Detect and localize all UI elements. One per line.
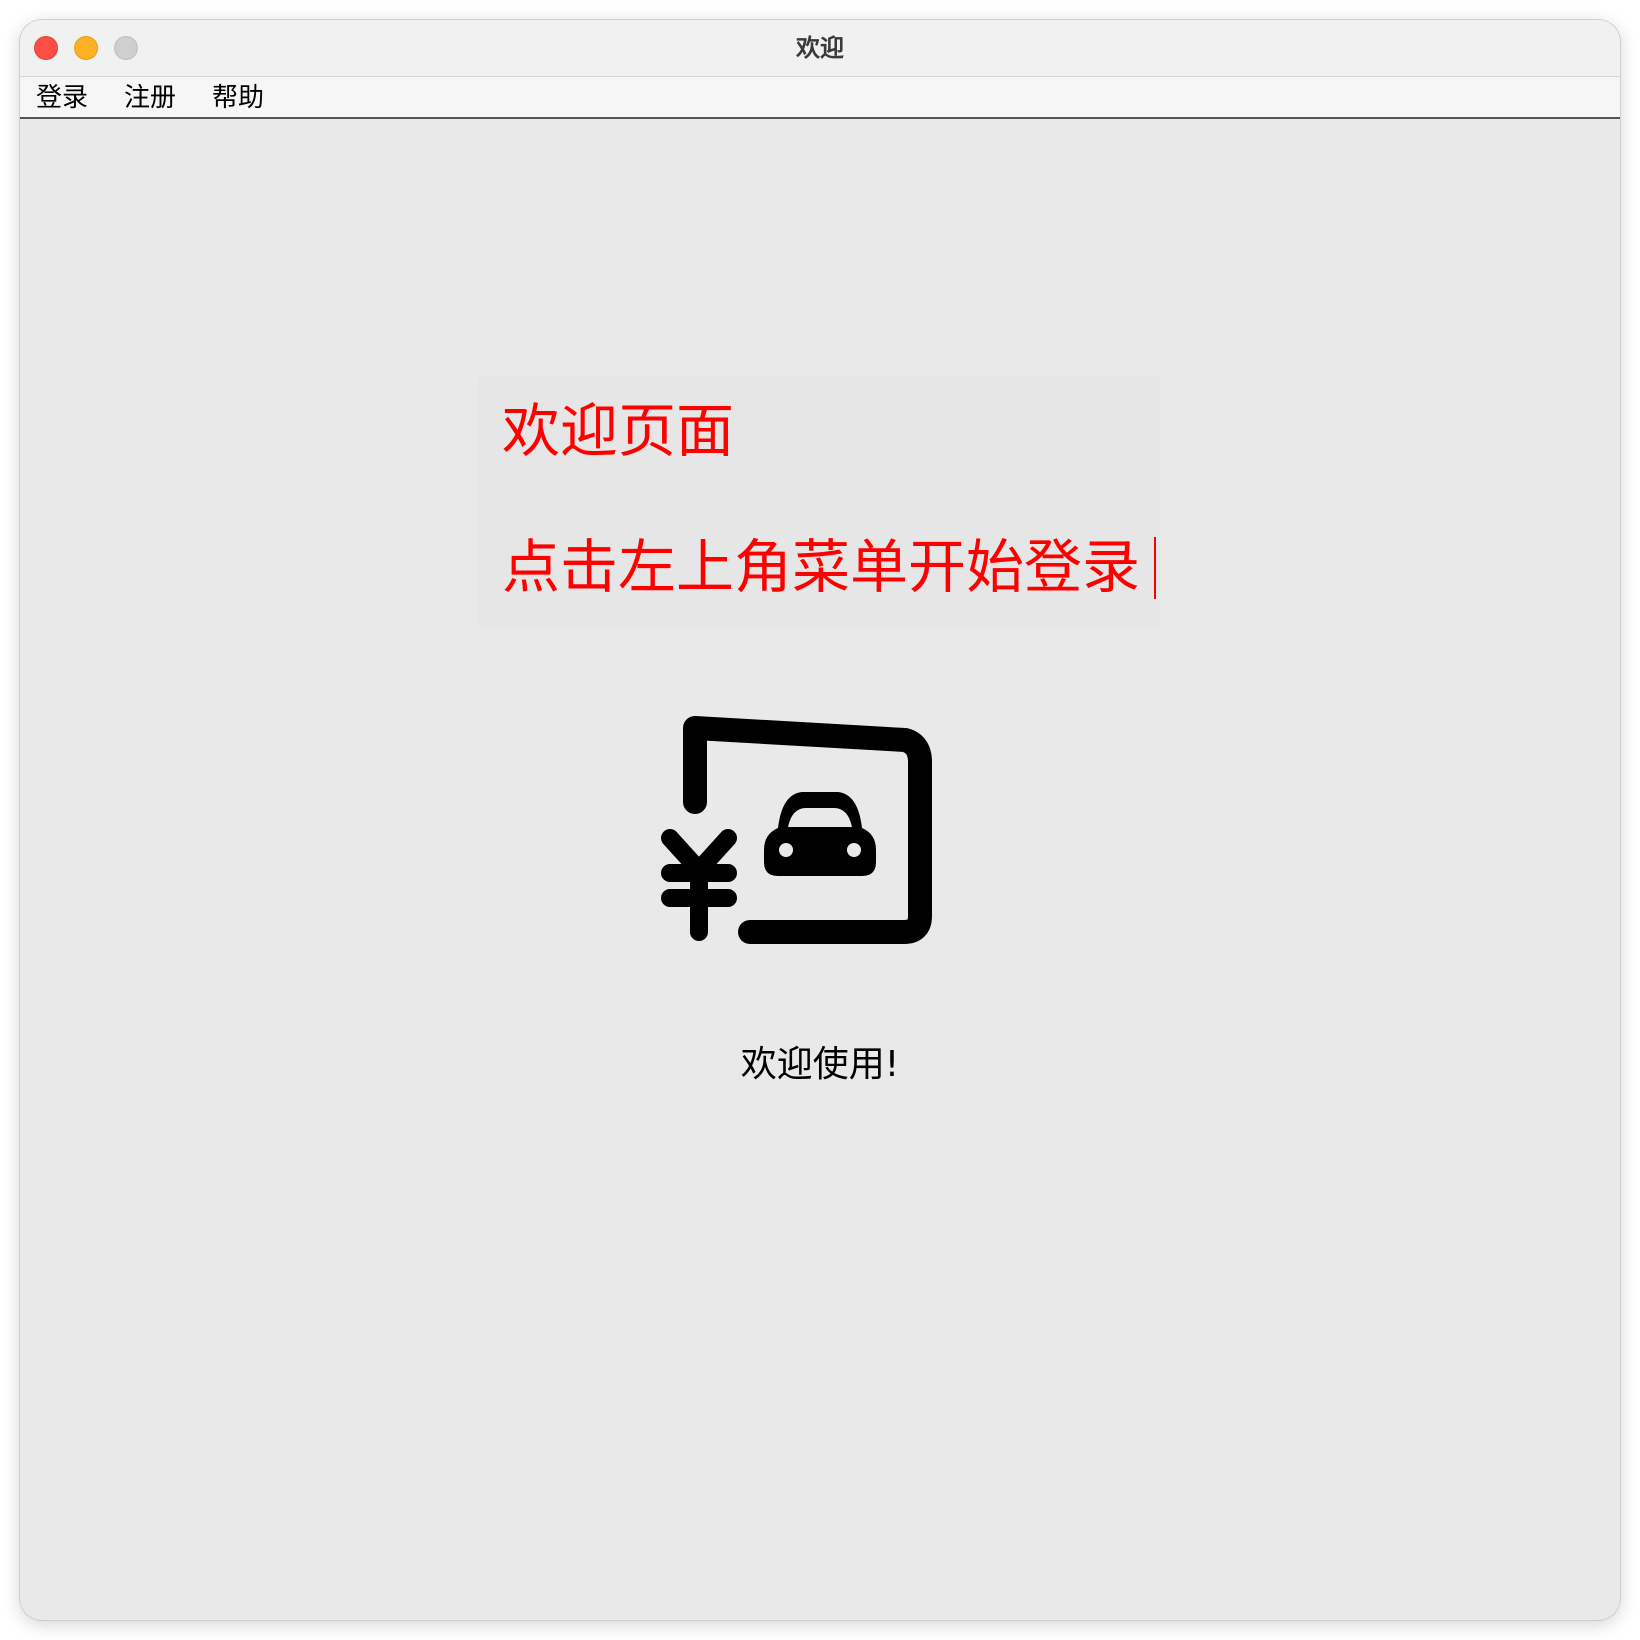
yen-car-parking-icon: [661, 716, 932, 944]
welcome-heading: 欢迎页面: [502, 397, 735, 465]
window-title: 欢迎: [796, 34, 844, 62]
text-caret: [1154, 537, 1156, 599]
menu-register[interactable]: 注册: [124, 77, 176, 117]
welcome-text-area[interactable]: 欢迎页面 点击左上角菜单开始登录: [478, 377, 1160, 627]
menu-help[interactable]: 帮助: [212, 77, 264, 117]
car-symbol: [764, 792, 876, 876]
login-instruction: 点击左上角菜单开始登录: [502, 533, 1141, 601]
welcome-footer-text: 欢迎使用!: [740, 1044, 900, 1085]
app-window: 欢迎 登录 注册 帮助 欢迎页面 点击左上角菜单开始登录 欢迎使用!: [20, 20, 1620, 1620]
menu-bar: 登录 注册 帮助: [20, 77, 1620, 119]
menu-login[interactable]: 登录: [36, 77, 88, 117]
yen-symbol: [661, 829, 737, 941]
title-bar[interactable]: 欢迎: [20, 20, 1620, 77]
